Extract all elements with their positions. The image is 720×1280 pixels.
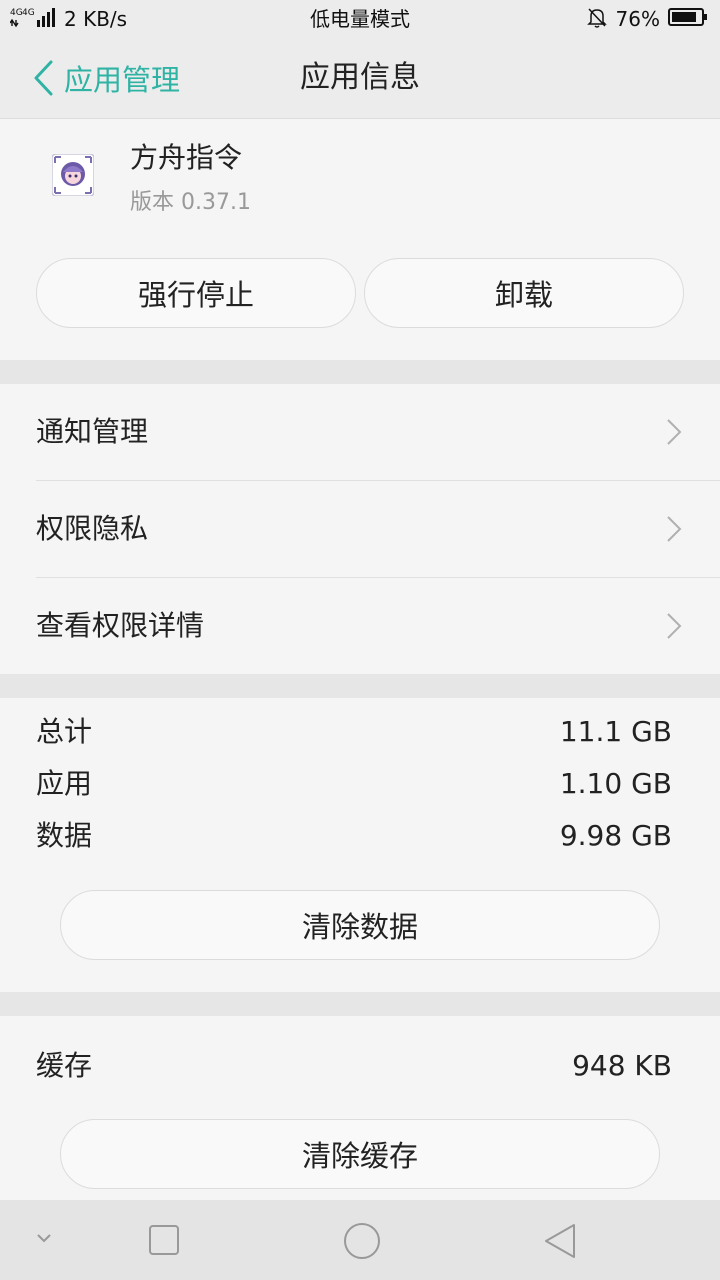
chevron-down-icon[interactable] [36,1232,52,1244]
cache-value: 948 KB [572,1049,672,1082]
app-name: 方舟指令 [130,141,243,174]
permission-details-row[interactable]: 查看权限详情 [0,578,720,674]
mute-bell-icon [586,6,608,33]
storage-data-label: 数据 [36,819,93,852]
clear-data-label: 清除数据 [301,910,418,944]
section-separator [0,360,720,384]
battery-percent: 76% [615,7,660,31]
notification-management-row[interactable]: 通知管理 [0,384,720,480]
uninstall-label: 卸载 [494,278,553,312]
status-bar: 4G 4G 2 KB/s 低电量模式 76% [0,0,720,38]
row-label: 查看权限详情 [36,609,205,642]
cache-row: 缓存 948 KB [0,1041,720,1091]
chevron-right-icon [667,516,682,542]
clear-cache-button[interactable]: 清除缓存 [60,1119,660,1189]
uninstall-button[interactable]: 卸载 [364,258,684,328]
recent-apps-button[interactable] [148,1224,180,1256]
back-nav-button[interactable] [542,1222,578,1260]
clear-data-button[interactable]: 清除数据 [60,890,660,960]
navigation-bar [0,1200,720,1280]
force-stop-button[interactable]: 强行停止 [36,258,356,328]
row-label: 权限隐私 [36,512,149,545]
section-separator [0,992,720,1016]
section-separator [0,674,720,698]
home-button[interactable] [343,1222,381,1260]
battery-icon [668,7,708,32]
row-label: 通知管理 [36,415,149,448]
storage-app-value: 1.10 GB [559,767,672,800]
page-title: 应用信息 [300,60,420,95]
storage-total-row: 总计 11.1 GB [0,707,720,757]
chevron-right-icon [667,419,682,445]
storage-total-value: 11.1 GB [559,715,672,748]
storage-data-row: 数据 9.98 GB [0,811,720,861]
chevron-right-icon [667,613,682,639]
clear-cache-label: 清除缓存 [301,1139,418,1173]
app-header: 应用管理 应用信息 [0,38,720,119]
force-stop-label: 强行停止 [137,278,254,312]
cache-label: 缓存 [36,1049,93,1082]
storage-data-value: 9.98 GB [559,819,672,852]
storage-app-label: 应用 [36,767,93,800]
storage-app-row: 应用 1.10 GB [0,759,720,809]
app-version: 版本 0.37.1 [130,190,251,215]
status-right: 76% [586,0,708,38]
permission-privacy-row[interactable]: 权限隐私 [0,481,720,577]
app-icon [51,153,95,197]
storage-total-label: 总计 [36,715,93,748]
